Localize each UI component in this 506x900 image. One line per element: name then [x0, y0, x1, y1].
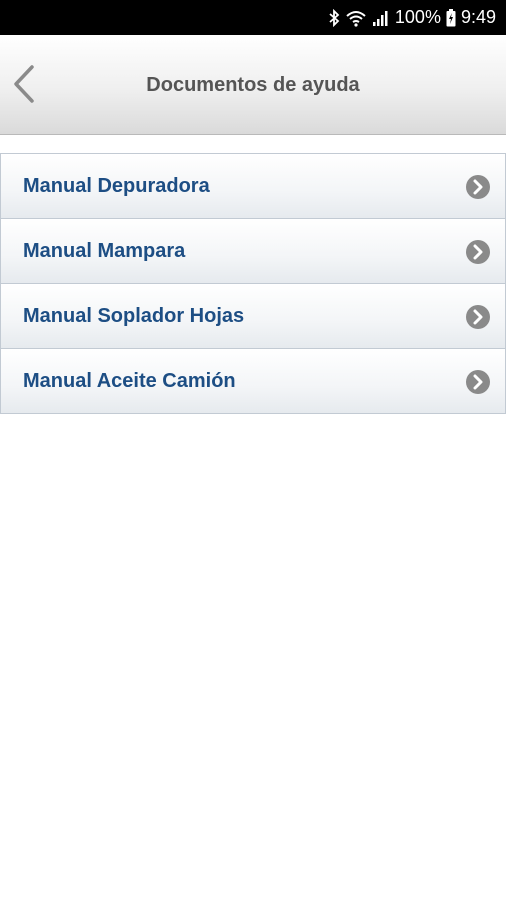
chevron-right-circle-icon — [466, 305, 490, 329]
wifi-icon — [345, 9, 367, 27]
bluetooth-icon — [328, 8, 340, 27]
list-item-manual-soplador-hojas[interactable]: Manual Soplador Hojas — [0, 284, 506, 349]
chevron-right-circle-icon — [466, 370, 490, 394]
clock: 9:49 — [460, 7, 496, 27]
chevron-right-circle-icon — [466, 175, 490, 199]
chevron-right-circle-icon — [466, 240, 490, 264]
list-item-manual-aceite-camion[interactable]: Manual Aceite Camión — [0, 349, 506, 414]
list-item-label: Manual Aceite Camión — [23, 370, 236, 392]
documents-list: Manual Depuradora Manual Mampara Manual … — [0, 153, 506, 414]
page-title: Documentos de ayuda — [146, 74, 360, 96]
list-item-label: Manual Mampara — [23, 240, 186, 262]
list-item-label: Manual Depuradora — [23, 175, 210, 197]
battery-percent: 100% — [394, 7, 441, 27]
signal-icon — [372, 9, 390, 27]
list-item-label: Manual Soplador Hojas — [23, 305, 245, 327]
battery-icon — [446, 8, 456, 27]
app-header: Documentos de ayuda — [0, 35, 506, 135]
status-bar: 100% 9:49 — [0, 0, 506, 35]
list-item-manual-mampara[interactable]: Manual Mampara — [0, 219, 506, 284]
status-icons: 100% 9:49 — [328, 0, 496, 35]
list-item-manual-depuradora[interactable]: Manual Depuradora — [0, 154, 506, 219]
